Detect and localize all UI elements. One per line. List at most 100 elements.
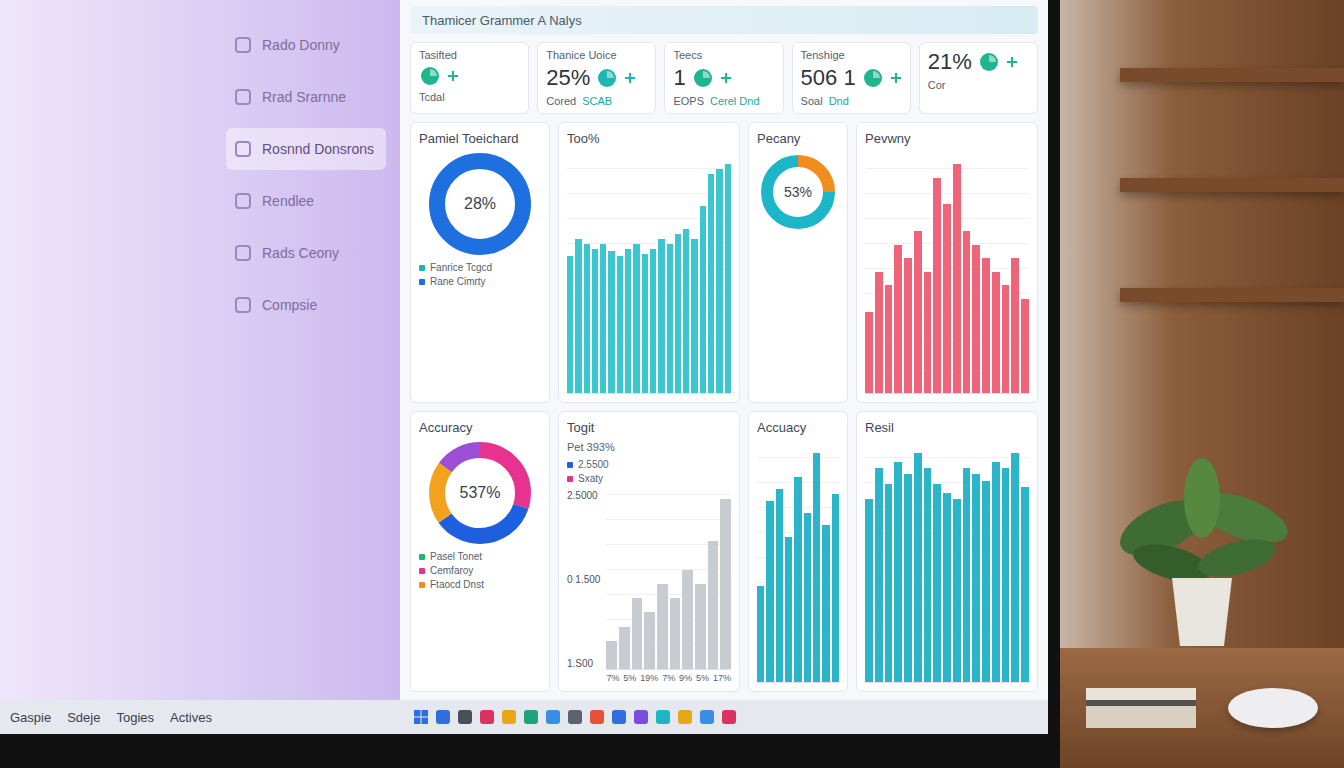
sidebar-label: Compsie bbox=[262, 297, 317, 313]
togit-chart: 2.50000 1.5001.S007%5%19%7%9%5%17% bbox=[567, 490, 731, 683]
app-icon[interactable] bbox=[656, 710, 670, 724]
x-axis-labels: 7%5%19%7%9%5%17% bbox=[606, 670, 731, 683]
shelf-plank bbox=[1120, 68, 1344, 82]
sidebar-item[interactable]: Rendlee bbox=[226, 180, 386, 222]
stat-sub: SCAB bbox=[582, 95, 612, 107]
sidebar-label: Rendlee bbox=[262, 193, 314, 209]
chart-bar bbox=[875, 272, 883, 393]
chart-bar bbox=[575, 239, 581, 393]
x-label: 7% bbox=[662, 673, 675, 683]
app-icon[interactable] bbox=[480, 710, 494, 724]
panel-title: Accuacy bbox=[757, 420, 839, 435]
chart-bar bbox=[650, 249, 656, 393]
panel-title: Togit bbox=[567, 420, 731, 435]
stat-label: EOPS bbox=[673, 95, 704, 107]
stat-label: Cor bbox=[928, 79, 946, 91]
app-icon[interactable] bbox=[634, 710, 648, 724]
dashboard: Thamicer Grammer A NalysTasiftedTcdalTha… bbox=[400, 0, 1048, 700]
stat-row: 25% bbox=[546, 65, 647, 91]
chart-bar bbox=[633, 244, 639, 393]
app-icon[interactable] bbox=[590, 710, 604, 724]
taskbar-item[interactable]: Togies bbox=[116, 710, 154, 725]
chart-bar bbox=[924, 272, 932, 393]
app-icon[interactable] bbox=[700, 710, 714, 724]
stat-labels: Cored SCAB bbox=[546, 95, 647, 107]
chart-grid: Pamiel Toeichard28%Fanrice TcgcdRane Cim… bbox=[410, 122, 1038, 692]
legend-item: Cemfaroy bbox=[419, 565, 541, 576]
axis-tick: 0 1.500 bbox=[567, 574, 600, 585]
legend-item: Fanrice Tcgcd bbox=[419, 262, 541, 273]
windows-icon[interactable] bbox=[414, 710, 428, 724]
app-icon[interactable] bbox=[546, 710, 560, 724]
taskbar-item[interactable]: Actives bbox=[170, 710, 212, 725]
stat-card: Thanice Uoice25%CoredSCAB bbox=[537, 42, 656, 114]
app-icon[interactable] bbox=[722, 710, 736, 724]
plus-icon bbox=[890, 72, 902, 84]
stat-icon bbox=[419, 65, 441, 87]
taskbar-item[interactable]: Sdeje bbox=[67, 710, 100, 725]
app-icon[interactable] bbox=[678, 710, 692, 724]
sidebar-item[interactable]: Rads Ceony bbox=[226, 232, 386, 274]
menu-icon bbox=[234, 192, 252, 210]
stat-label: Soal bbox=[801, 95, 823, 107]
bar-chart bbox=[865, 441, 1029, 683]
chart-bar bbox=[875, 468, 883, 682]
stat-labels: SoalDnd bbox=[801, 95, 902, 107]
chart-panel: Pecany53% bbox=[748, 122, 848, 403]
sidebar-item[interactable]: Compsie bbox=[226, 284, 386, 326]
chart-bar bbox=[992, 272, 1000, 393]
stat-labels: Tcdal bbox=[419, 91, 520, 103]
app-main: Rado Donny Rrad Srarnne Rosnnd Donsrons Ren… bbox=[0, 0, 1048, 700]
legend-item: Sxaty bbox=[567, 473, 731, 484]
chart-bar bbox=[617, 256, 623, 393]
chart-bar bbox=[1011, 453, 1019, 682]
chart-bar bbox=[632, 598, 643, 669]
sidebar-item[interactable]: Rado Donny bbox=[226, 24, 386, 66]
chart-bar bbox=[1021, 299, 1029, 393]
stat-value: 506 1 bbox=[801, 65, 856, 91]
app-icon[interactable] bbox=[458, 710, 472, 724]
chart-bar bbox=[943, 493, 951, 682]
stat-card: Tenshige506 1SoalDnd bbox=[792, 42, 911, 114]
app-icon[interactable] bbox=[502, 710, 516, 724]
shelf-plank bbox=[1120, 178, 1344, 192]
chart-bar bbox=[785, 537, 792, 682]
sidebar-item[interactable]: Rrad Srarnne bbox=[226, 76, 386, 118]
app-icon[interactable] bbox=[612, 710, 626, 724]
sidebar-item[interactable]: Rosnnd Donsrons bbox=[226, 128, 386, 170]
chart-bar bbox=[757, 586, 764, 682]
chart-bar bbox=[982, 481, 990, 682]
stat-title: Teecs bbox=[673, 49, 774, 61]
stat-labels: Cor bbox=[928, 79, 1029, 91]
chart-bar bbox=[914, 453, 922, 682]
chart-bar bbox=[804, 513, 811, 682]
taskbar-item[interactable]: Gaspie bbox=[10, 710, 51, 725]
app-icon[interactable] bbox=[524, 710, 538, 724]
plus-icon bbox=[1006, 56, 1018, 68]
chart-bar bbox=[619, 627, 630, 670]
taskbar-icons bbox=[414, 710, 736, 724]
stat-icon bbox=[978, 51, 1000, 73]
x-label: 5% bbox=[696, 673, 709, 683]
chart-bar bbox=[766, 501, 773, 682]
chart-panel: Pamiel Toeichard28%Fanrice TcgcdRane Cim… bbox=[410, 122, 550, 403]
chart-bar bbox=[832, 494, 839, 682]
stat-row: 21% bbox=[928, 49, 1029, 75]
sidebar-label: Rosnnd Donsrons bbox=[262, 141, 374, 157]
chart-bar bbox=[794, 477, 801, 682]
stat-card: TasiftedTcdal bbox=[410, 42, 529, 114]
chart-bar bbox=[708, 541, 719, 669]
chart-bar bbox=[865, 499, 873, 682]
chart-bar bbox=[963, 468, 971, 682]
chart-bar bbox=[670, 598, 681, 669]
room-background bbox=[1060, 0, 1344, 768]
app-icon[interactable] bbox=[568, 710, 582, 724]
stat-label: Cored bbox=[546, 95, 576, 107]
chart-bar bbox=[943, 204, 951, 393]
chart-bar bbox=[776, 489, 783, 682]
chart-bar bbox=[982, 258, 990, 393]
chart-bar bbox=[716, 169, 722, 393]
app-icon[interactable] bbox=[436, 710, 450, 724]
axis-tick: 2.5000 bbox=[567, 490, 600, 501]
mouse[interactable] bbox=[1228, 688, 1318, 728]
